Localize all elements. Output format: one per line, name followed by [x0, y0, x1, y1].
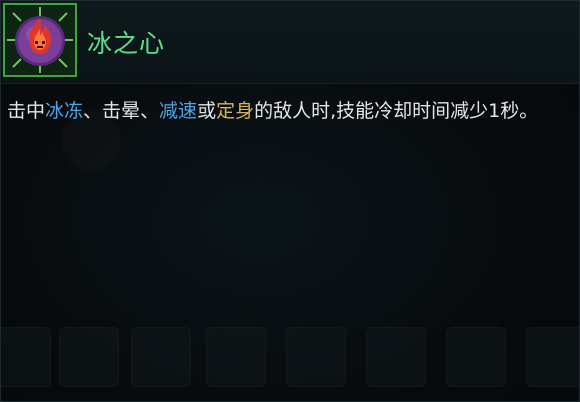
- desc-segment: 击中: [7, 100, 46, 122]
- desc-segment: 或: [197, 100, 217, 122]
- keyword-freeze: 冰冻: [45, 100, 84, 122]
- desc-segment: 、击晕、: [83, 100, 160, 122]
- item-tooltip: 冰之心 击中冰冻、击晕、减速或定身的敌人时,技能冷却时间减少1秒。: [0, 0, 580, 402]
- background-slot: [446, 327, 506, 387]
- background-slot: [131, 327, 191, 387]
- background-slot: [1, 327, 51, 387]
- item-icon-frame: [3, 3, 77, 77]
- desc-segment: 的敌人时,技能冷却时间减少1秒。: [254, 100, 539, 122]
- background-slot: [286, 327, 346, 387]
- keyword-slow: 减速: [159, 100, 198, 122]
- background-slot: [206, 327, 266, 387]
- item-description: 击中冰冻、击晕、减速或定身的敌人时,技能冷却时间减少1秒。: [7, 97, 573, 125]
- item-title: 冰之心: [87, 29, 166, 58]
- background-slot: [366, 327, 426, 387]
- background-slot: [59, 327, 119, 387]
- keyword-root: 定身: [216, 100, 255, 122]
- tooltip-header: 冰之心: [1, 1, 579, 84]
- flame-heart-icon: [7, 7, 73, 73]
- background-skill-bar: [1, 319, 579, 401]
- background-slot: [526, 327, 579, 387]
